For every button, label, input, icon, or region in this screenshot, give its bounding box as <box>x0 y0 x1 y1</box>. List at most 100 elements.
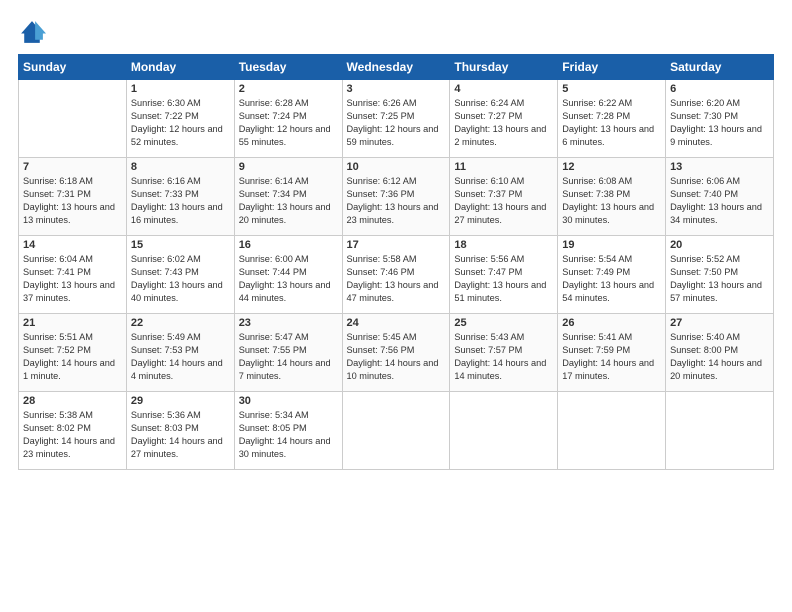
day-number: 16 <box>239 239 338 251</box>
day-number: 19 <box>562 239 661 251</box>
day-number: 30 <box>239 395 338 407</box>
calendar-cell: 22 Sunrise: 5:49 AMSunset: 7:53 PMDayligh… <box>126 314 234 392</box>
calendar-cell: 18Sunrise: 5:56 AMSunset: 7:47 PMDayligh… <box>450 236 558 314</box>
day-info: Sunrise: 6:16 AMSunset: 7:33 PMDaylight:… <box>131 175 230 227</box>
day-info: Sunrise: 6:10 AMSunset: 7:37 PMDaylight:… <box>454 175 553 227</box>
day-number: 23 <box>239 317 338 329</box>
logo-icon <box>18 18 46 46</box>
calendar-header-wednesday: Wednesday <box>342 55 450 80</box>
day-info: Sunrise: 6:22 AMSunset: 7:28 PMDaylight:… <box>562 97 661 149</box>
calendar-cell: 1 Sunrise: 6:30 AMSunset: 7:22 PMDaylight… <box>126 80 234 158</box>
day-info: Sunrise: 5:38 AMSunset: 8:02 PMDaylight:… <box>23 409 122 461</box>
day-info: Sunrise: 5:34 AMSunset: 8:05 PMDaylight:… <box>239 409 338 461</box>
calendar-cell: 20 Sunrise: 5:52 AMSunset: 7:50 PMDayligh… <box>666 236 774 314</box>
day-number: 12 <box>562 161 661 173</box>
calendar-cell: 17 Sunrise: 5:58 AMSunset: 7:46 PMDayligh… <box>342 236 450 314</box>
day-info: Sunrise: 6:18 AMSunset: 7:31 PMDaylight:… <box>23 175 122 227</box>
day-number: 25 <box>454 317 553 329</box>
day-info: Sunrise: 5:58 AMSunset: 7:46 PMDaylight:… <box>347 253 446 305</box>
calendar-header-friday: Friday <box>558 55 666 80</box>
day-number: 24 <box>347 317 446 329</box>
calendar-cell <box>450 392 558 470</box>
calendar-cell: 9 Sunrise: 6:14 AMSunset: 7:34 PMDaylight… <box>234 158 342 236</box>
calendar-header-sunday: Sunday <box>19 55 127 80</box>
calendar-cell: 3 Sunrise: 6:26 AMSunset: 7:25 PMDaylight… <box>342 80 450 158</box>
day-info: Sunrise: 6:26 AMSunset: 7:25 PMDaylight:… <box>347 97 446 149</box>
header <box>18 18 774 46</box>
logo <box>18 18 50 46</box>
day-info: Sunrise: 5:54 AMSunset: 7:49 PMDaylight:… <box>562 253 661 305</box>
calendar-cell: 11 Sunrise: 6:10 AMSunset: 7:37 PMDayligh… <box>450 158 558 236</box>
day-info: Sunrise: 5:47 AMSunset: 7:55 PMDaylight:… <box>239 331 338 383</box>
calendar-cell <box>342 392 450 470</box>
calendar-cell: 24 Sunrise: 5:45 AMSunset: 7:56 PMDayligh… <box>342 314 450 392</box>
calendar-header-monday: Monday <box>126 55 234 80</box>
day-info: Sunrise: 6:00 AMSunset: 7:44 PMDaylight:… <box>239 253 338 305</box>
day-number: 29 <box>131 395 230 407</box>
day-info: Sunrise: 6:06 AMSunset: 7:40 PMDaylight:… <box>670 175 769 227</box>
calendar-header-tuesday: Tuesday <box>234 55 342 80</box>
calendar-cell: 10 Sunrise: 6:12 AMSunset: 7:36 PMDayligh… <box>342 158 450 236</box>
calendar-cell: 26Sunrise: 5:41 AMSunset: 7:59 PMDayligh… <box>558 314 666 392</box>
day-info: Sunrise: 5:52 AMSunset: 7:50 PMDaylight:… <box>670 253 769 305</box>
calendar-cell: 14 Sunrise: 6:04 AMSunset: 7:41 PMDayligh… <box>19 236 127 314</box>
day-number: 20 <box>670 239 769 251</box>
calendar-cell: 16 Sunrise: 6:00 AMSunset: 7:44 PMDayligh… <box>234 236 342 314</box>
calendar-cell: 25 Sunrise: 5:43 AMSunset: 7:57 PMDayligh… <box>450 314 558 392</box>
day-number: 13 <box>670 161 769 173</box>
day-number: 3 <box>347 83 446 95</box>
day-info: Sunrise: 6:02 AMSunset: 7:43 PMDaylight:… <box>131 253 230 305</box>
day-info: Sunrise: 6:14 AMSunset: 7:34 PMDaylight:… <box>239 175 338 227</box>
day-number: 22 <box>131 317 230 329</box>
day-info: Sunrise: 5:43 AMSunset: 7:57 PMDaylight:… <box>454 331 553 383</box>
calendar-cell: 28Sunrise: 5:38 AMSunset: 8:02 PMDayligh… <box>19 392 127 470</box>
calendar-cell: 5 Sunrise: 6:22 AMSunset: 7:28 PMDaylight… <box>558 80 666 158</box>
calendar-header-thursday: Thursday <box>450 55 558 80</box>
day-info: Sunrise: 6:24 AMSunset: 7:27 PMDaylight:… <box>454 97 553 149</box>
calendar-week-4: 21 Sunrise: 5:51 AMSunset: 7:52 PMDayligh… <box>19 314 774 392</box>
calendar-cell: 19 Sunrise: 5:54 AMSunset: 7:49 PMDayligh… <box>558 236 666 314</box>
calendar-cell: 30 Sunrise: 5:34 AMSunset: 8:05 PMDayligh… <box>234 392 342 470</box>
day-number: 26 <box>562 317 661 329</box>
day-info: Sunrise: 6:12 AMSunset: 7:36 PMDaylight:… <box>347 175 446 227</box>
day-number: 11 <box>454 161 553 173</box>
calendar: SundayMondayTuesdayWednesdayThursdayFrid… <box>18 54 774 470</box>
day-info: Sunrise: 5:49 AMSunset: 7:53 PMDaylight:… <box>131 331 230 383</box>
day-info: Sunrise: 6:04 AMSunset: 7:41 PMDaylight:… <box>23 253 122 305</box>
day-info: Sunrise: 5:36 AMSunset: 8:03 PMDaylight:… <box>131 409 230 461</box>
day-number: 2 <box>239 83 338 95</box>
day-number: 14 <box>23 239 122 251</box>
calendar-cell: 23 Sunrise: 5:47 AMSunset: 7:55 PMDayligh… <box>234 314 342 392</box>
calendar-cell: 13 Sunrise: 6:06 AMSunset: 7:40 PMDayligh… <box>666 158 774 236</box>
day-number: 1 <box>131 83 230 95</box>
day-number: 4 <box>454 83 553 95</box>
day-info: Sunrise: 5:45 AMSunset: 7:56 PMDaylight:… <box>347 331 446 383</box>
calendar-cell: 7 Sunrise: 6:18 AMSunset: 7:31 PMDaylight… <box>19 158 127 236</box>
calendar-cell: 4 Sunrise: 6:24 AMSunset: 7:27 PMDaylight… <box>450 80 558 158</box>
day-number: 27 <box>670 317 769 329</box>
calendar-cell <box>19 80 127 158</box>
day-info: Sunrise: 5:51 AMSunset: 7:52 PMDaylight:… <box>23 331 122 383</box>
calendar-cell: 12Sunrise: 6:08 AMSunset: 7:38 PMDayligh… <box>558 158 666 236</box>
day-info: Sunrise: 6:30 AMSunset: 7:22 PMDaylight:… <box>131 97 230 149</box>
day-number: 9 <box>239 161 338 173</box>
day-number: 5 <box>562 83 661 95</box>
day-info: Sunrise: 6:28 AMSunset: 7:24 PMDaylight:… <box>239 97 338 149</box>
calendar-cell: 2 Sunrise: 6:28 AMSunset: 7:24 PMDaylight… <box>234 80 342 158</box>
day-number: 21 <box>23 317 122 329</box>
page: SundayMondayTuesdayWednesdayThursdayFrid… <box>0 0 792 612</box>
day-number: 17 <box>347 239 446 251</box>
calendar-week-3: 14 Sunrise: 6:04 AMSunset: 7:41 PMDayligh… <box>19 236 774 314</box>
calendar-week-1: 1 Sunrise: 6:30 AMSunset: 7:22 PMDaylight… <box>19 80 774 158</box>
calendar-header-saturday: Saturday <box>666 55 774 80</box>
day-number: 18 <box>454 239 553 251</box>
day-info: Sunrise: 5:40 AMSunset: 8:00 PMDaylight:… <box>670 331 769 383</box>
day-number: 8 <box>131 161 230 173</box>
day-number: 10 <box>347 161 446 173</box>
calendar-cell: 6Sunrise: 6:20 AMSunset: 7:30 PMDaylight… <box>666 80 774 158</box>
calendar-cell: 29 Sunrise: 5:36 AMSunset: 8:03 PMDayligh… <box>126 392 234 470</box>
calendar-week-2: 7 Sunrise: 6:18 AMSunset: 7:31 PMDaylight… <box>19 158 774 236</box>
day-number: 7 <box>23 161 122 173</box>
calendar-cell <box>666 392 774 470</box>
calendar-week-5: 28Sunrise: 5:38 AMSunset: 8:02 PMDayligh… <box>19 392 774 470</box>
